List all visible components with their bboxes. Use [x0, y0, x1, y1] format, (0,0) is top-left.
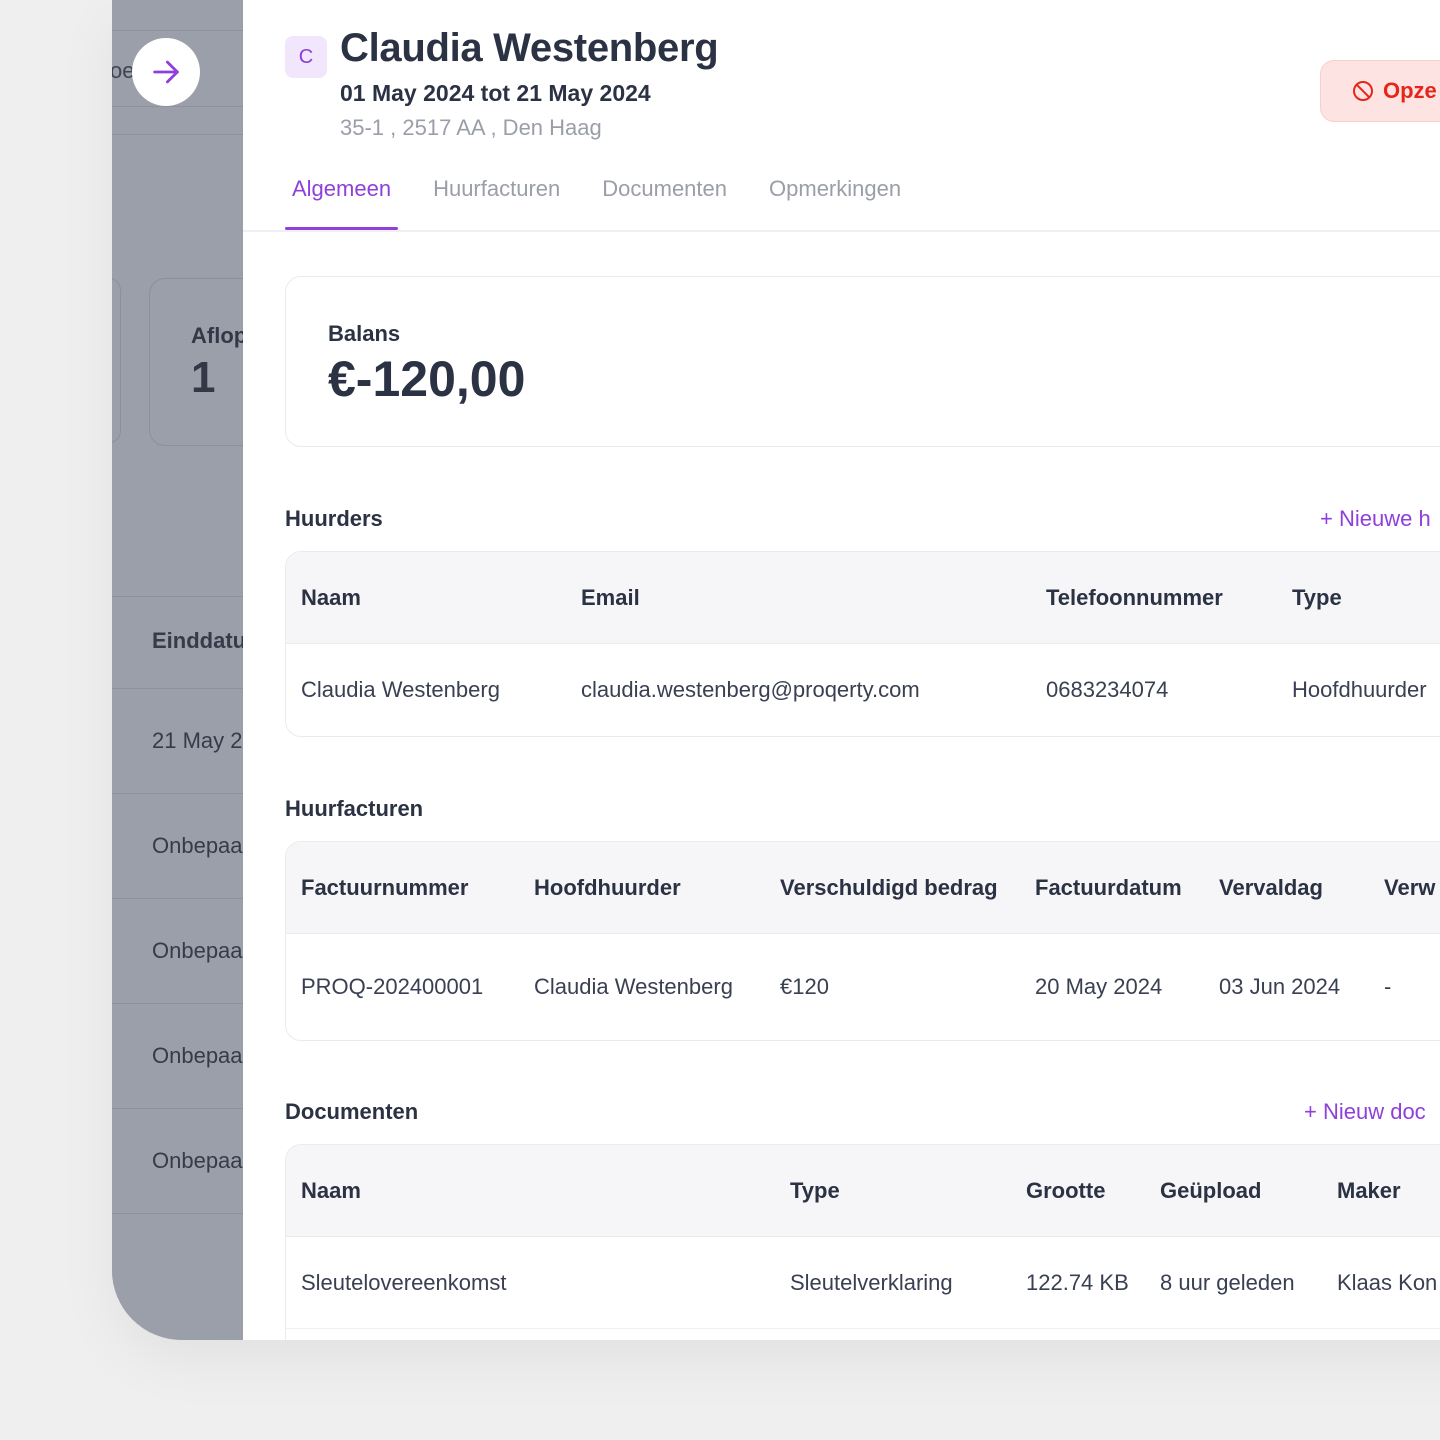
property-address: 35-1 , 2517 AA , Den Haag — [340, 115, 602, 140]
background-row: Onbepaa — [152, 938, 243, 963]
document-uploaded: 8 uur geleden — [1160, 1269, 1295, 1295]
balance-label: Balans — [328, 321, 401, 346]
tenant-name: Claudia Westenberg — [301, 677, 500, 702]
column-header[interactable]: Factuurdatum — [1035, 842, 1182, 933]
cancel-contract-label: Opze — [1383, 78, 1437, 103]
column-header[interactable]: Telefoonnummer — [1046, 552, 1223, 643]
tab-algemeen[interactable]: Algemeen — [285, 170, 399, 230]
background-stat-card: Aflop 1 — [149, 278, 243, 446]
tenants-table: Naam Email Telefoonnummer Type Claudia W… — [285, 551, 1440, 737]
divider — [112, 596, 243, 597]
tab-opmerkingen[interactable]: Opmerkingen — [762, 170, 908, 230]
page-title: Claudia Westenberg — [340, 26, 719, 70]
background-column-header: Einddatu — [152, 628, 243, 653]
table-row[interactable]: Sleutelovereenkomst Sleutelverklaring 12… — [286, 1237, 1440, 1329]
column-header[interactable]: Verschuldigd bedrag — [780, 842, 998, 933]
background-page: oe Aflop 1 Einddatu 21 May 2 Onbepaa Onb… — [112, 0, 243, 1340]
tenant-email: claudia.westenberg@proqerty.com — [581, 677, 920, 702]
stat-value: 1 — [191, 353, 216, 402]
background-stat-card — [112, 278, 121, 443]
divider — [112, 1003, 243, 1004]
column-header[interactable]: Geüpload — [1160, 1145, 1261, 1236]
background-row: Onbepaa — [152, 1148, 243, 1173]
documents-table: Naam Type Grootte Geüpload Maker Sleutel… — [285, 1144, 1440, 1340]
invoice-date: 20 May 2024 — [1035, 974, 1163, 999]
add-document-button[interactable]: + Nieuw doc — [1304, 1099, 1426, 1125]
divider — [112, 688, 243, 689]
device-frame: oe Aflop 1 Einddatu 21 May 2 Onbepaa Onb… — [112, 0, 1440, 1340]
cancel-contract-button[interactable]: Opze — [1320, 60, 1440, 122]
balance-card: Balans €-120,00 — [285, 276, 1440, 447]
divider — [112, 1213, 243, 1214]
column-header[interactable]: Verw — [1384, 842, 1435, 933]
table-row[interactable]: PROQ-202400001 Claudia Westenberg €120 2… — [286, 934, 1440, 1040]
tab-divider — [243, 230, 1440, 232]
invoices-table: Factuurnummer Hoofdhuurder Verschuldigd … — [285, 841, 1440, 1041]
detail-panel: C Claudia Westenberg 01 May 2024 tot 21 … — [243, 0, 1440, 1340]
background-row: Onbepaa — [152, 1043, 243, 1068]
invoice-amount: €120 — [780, 974, 829, 999]
invoice-number: PROQ-202400001 — [301, 974, 484, 999]
balance-value: €-120,00 — [328, 351, 526, 407]
table-header: Naam Email Telefoonnummer Type — [286, 552, 1440, 644]
column-header[interactable]: Email — [581, 552, 640, 643]
column-header[interactable]: Naam — [301, 1145, 361, 1236]
add-tenant-button[interactable]: + Nieuwe h — [1320, 506, 1431, 532]
document-maker: Klaas Kon — [1337, 1269, 1438, 1295]
column-header[interactable]: Vervaldag — [1219, 842, 1323, 933]
column-header[interactable]: Maker — [1337, 1145, 1401, 1236]
invoice-due-date: 03 Jun 2024 — [1219, 974, 1341, 999]
column-header[interactable]: Type — [790, 1145, 840, 1236]
contract-period: 01 May 2024 tot 21 May 2024 — [340, 80, 651, 106]
divider — [112, 793, 243, 794]
tenant-type: Hoofdhuurder — [1292, 677, 1427, 702]
column-header[interactable]: Grootte — [1026, 1145, 1105, 1236]
tenant-phone: 0683234074 — [1046, 677, 1169, 702]
divider — [112, 134, 243, 135]
avatar: C — [285, 36, 327, 78]
column-header[interactable]: Factuurnummer — [301, 842, 468, 933]
stat-label: Aflop — [191, 323, 243, 348]
arrow-right-icon — [153, 60, 179, 84]
tab-huurfacturen[interactable]: Huurfacturen — [426, 170, 567, 230]
table-row[interactable]: Claudia Westenberg claudia.westenberg@pr… — [286, 644, 1440, 736]
invoices-title: Huurfacturen — [285, 796, 424, 821]
column-header[interactable]: Naam — [301, 552, 361, 643]
background-row: Onbepaa — [152, 833, 243, 858]
document-name: Sleutelovereenkomst — [301, 1269, 507, 1295]
background-row: 21 May 2 — [152, 728, 243, 753]
close-panel-button[interactable] — [132, 38, 200, 106]
prohibited-icon — [1353, 81, 1373, 101]
table-header: Naam Type Grootte Geüpload Maker — [286, 1145, 1440, 1237]
invoice-tenant: Claudia Westenberg — [534, 974, 733, 999]
invoice-extra: - — [1384, 974, 1392, 999]
column-header[interactable]: Hoofdhuurder — [534, 842, 681, 933]
divider — [112, 1108, 243, 1109]
tab-bar: Algemeen Huurfacturen Documenten Opmerki… — [285, 170, 936, 232]
tab-documenten[interactable]: Documenten — [595, 170, 734, 230]
document-type: Sleutelverklaring — [790, 1269, 953, 1295]
tenants-title: Huurders — [285, 506, 383, 531]
document-size: 122.74 KB — [1026, 1269, 1129, 1295]
documents-title: Documenten — [285, 1099, 419, 1124]
divider — [112, 898, 243, 899]
divider — [112, 30, 243, 31]
table-header: Factuurnummer Hoofdhuurder Verschuldigd … — [286, 842, 1440, 934]
column-header[interactable]: Type — [1292, 552, 1342, 643]
divider — [112, 106, 243, 107]
